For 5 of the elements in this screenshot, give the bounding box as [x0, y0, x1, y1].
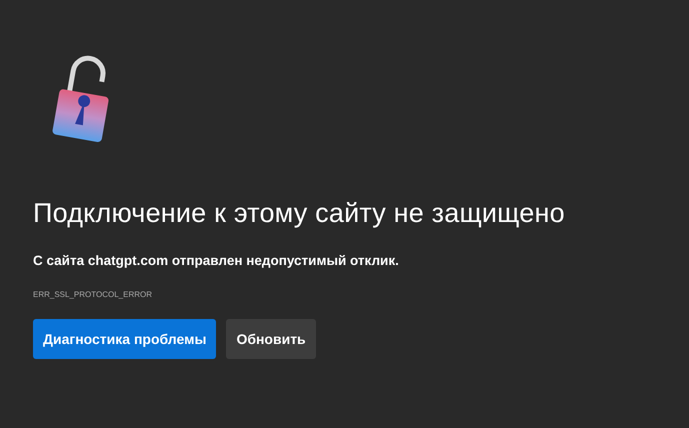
error-code: ERR_SSL_PROTOCOL_ERROR: [33, 290, 153, 299]
refresh-button[interactable]: Обновить: [226, 319, 316, 359]
page-heading: Подключение к этому сайту не защищено: [33, 198, 566, 229]
error-message: С сайта chatgpt.com отправлен недопустимый отклик.: [33, 253, 400, 268]
diagnose-button[interactable]: Диагностика проблемы: [33, 319, 216, 359]
